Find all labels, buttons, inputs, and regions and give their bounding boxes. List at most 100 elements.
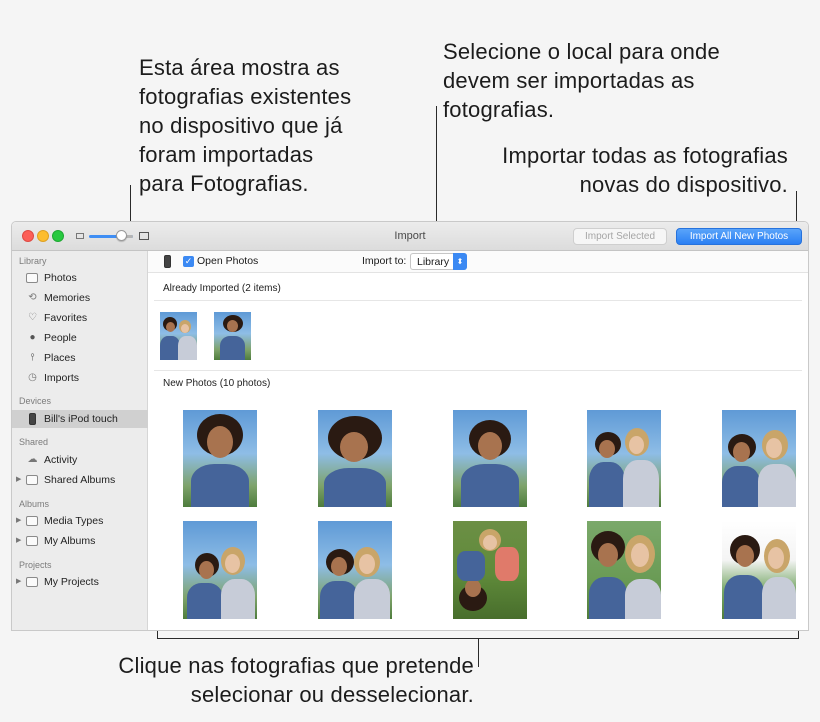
sidebar-item-places[interactable]: ⫯ Places <box>12 349 148 367</box>
photo-detail <box>465 579 481 597</box>
sidebar-item-imports[interactable]: ◷ Imports <box>12 369 148 387</box>
sidebar-section-projects: Projects <box>19 560 52 570</box>
callout-line: Esta área mostra as <box>139 55 340 80</box>
photo-detail <box>354 579 390 619</box>
photo-detail <box>724 575 764 619</box>
photo-detail <box>762 577 796 619</box>
callout-line: fotografias existentes <box>139 84 352 109</box>
callout-line: Clique nas fotografias que pretende <box>118 653 474 678</box>
open-photos-label[interactable]: Open Photos <box>197 255 258 267</box>
new-photo-thumbnail[interactable] <box>453 410 527 507</box>
callout-line: Selecione o local para onde <box>443 39 720 64</box>
sidebar-item-media-types[interactable]: ▶ Media Types <box>12 512 148 530</box>
photo-detail <box>625 579 661 619</box>
imported-photo-thumbnail[interactable] <box>214 312 251 360</box>
open-photos-checkbox[interactable]: ✓ <box>183 256 194 267</box>
sidebar-item-shared-albums[interactable]: ▶ Shared Albums <box>12 471 148 489</box>
disclosure-triangle-icon[interactable]: ▶ <box>16 471 21 489</box>
photo-detail <box>340 432 368 462</box>
sidebar-item-label: My Albums <box>44 535 96 547</box>
photo-detail <box>478 432 502 460</box>
sidebar-item-people[interactable]: ● People <box>12 329 148 347</box>
callout-line: devem ser importadas as <box>443 68 695 93</box>
sidebar-section-albums: Albums <box>19 499 50 509</box>
photo-detail <box>589 577 627 619</box>
photo-detail <box>483 535 497 550</box>
photo-detail <box>187 583 223 619</box>
cloud-icon: ☁ <box>27 454 38 465</box>
photo-detail <box>221 579 255 619</box>
photos-icon <box>26 273 38 283</box>
new-photos-header: New Photos (10 photos) <box>163 378 271 389</box>
import-selected-button[interactable]: Import Selected <box>573 228 667 245</box>
sidebar-item-label: Favorites <box>44 312 88 324</box>
callout-imported-area: Esta área mostra as fotografias existent… <box>139 53 351 198</box>
sidebar-item-label: Places <box>44 352 76 364</box>
import-destination-value: Library <box>417 256 450 268</box>
ipod-icon <box>29 413 36 425</box>
photo-detail <box>178 336 197 360</box>
new-photo-thumbnail[interactable] <box>587 521 661 619</box>
photo-detail <box>457 551 485 581</box>
sidebar-item-label: Activity <box>44 454 78 466</box>
photo-detail <box>623 460 659 507</box>
new-photo-thumbnail[interactable] <box>183 521 257 619</box>
sidebar-item-label: Memories <box>44 292 91 304</box>
import-all-new-photos-button[interactable]: Import All New Photos <box>676 228 802 245</box>
photo-detail <box>629 436 644 454</box>
import-pane: ✓ Open Photos Import to: Library ⬍ Alrea… <box>148 251 808 630</box>
import-destination-select[interactable]: Library ⬍ <box>410 253 467 270</box>
callout-click-photos: Clique nas fotografias que pretende sele… <box>68 651 474 709</box>
import-to-label: Import to: <box>362 255 407 267</box>
sidebar-item-favorites[interactable]: ♡ Favorites <box>12 309 148 327</box>
photo-detail <box>166 322 175 332</box>
disclosure-triangle-icon[interactable]: ▶ <box>16 512 21 530</box>
new-photo-thumbnail[interactable] <box>722 521 796 619</box>
device-icon <box>164 255 171 268</box>
photo-detail <box>227 320 238 332</box>
callout-line: novas do dispositivo. <box>579 172 788 197</box>
callout-line: foram importadas <box>139 142 314 167</box>
new-photo-thumbnail[interactable] <box>318 521 392 619</box>
sidebar-item-activity[interactable]: ☁ Activity <box>12 451 148 469</box>
new-photo-thumbnail[interactable] <box>453 521 527 619</box>
heart-icon: ♡ <box>28 312 37 323</box>
folder-icon <box>26 577 38 587</box>
photo-detail <box>181 324 189 333</box>
pin-icon: ⫯ <box>30 352 35 363</box>
photo-detail <box>320 581 358 619</box>
disclosure-triangle-icon[interactable]: ▶ <box>16 532 21 550</box>
sidebar-item-my-albums[interactable]: ▶ My Albums <box>12 532 148 550</box>
new-photo-thumbnail[interactable] <box>722 410 796 507</box>
import-toolbar: ✓ Open Photos Import to: Library ⬍ <box>148 251 808 273</box>
new-photo-thumbnail[interactable] <box>587 410 661 507</box>
folder-icon <box>26 536 38 546</box>
sidebar-item-label: People <box>44 332 77 344</box>
imported-photo-thumbnail[interactable] <box>160 312 197 360</box>
new-photo-thumbnail[interactable] <box>183 410 257 507</box>
photo-detail <box>589 462 625 507</box>
sidebar-item-my-projects[interactable]: ▶ My Projects <box>12 573 148 591</box>
photo-detail <box>758 464 796 507</box>
photo-detail <box>324 468 386 507</box>
photo-detail <box>722 466 760 507</box>
photo-detail <box>736 545 754 567</box>
sidebar-item-device[interactable]: Bill's iPod touch <box>12 410 148 428</box>
photo-detail <box>207 426 233 458</box>
divider <box>154 370 802 371</box>
sidebar-item-photos[interactable]: Photos <box>12 269 148 287</box>
disclosure-triangle-icon[interactable]: ▶ <box>16 573 21 591</box>
sidebar-section-devices: Devices <box>19 396 52 406</box>
photo-detail <box>768 547 784 569</box>
photo-detail <box>598 543 618 567</box>
photo-detail <box>461 464 519 507</box>
sidebar-item-memories[interactable]: ⟲ Memories <box>12 289 148 307</box>
callout-line: para Fotografias. <box>139 171 309 196</box>
new-photo-thumbnail[interactable] <box>318 410 392 507</box>
folder-icon <box>26 475 38 485</box>
photo-detail <box>220 336 245 360</box>
photo-detail <box>331 557 347 576</box>
person-icon: ● <box>29 332 36 343</box>
title-bar: Import Import Selected Import All New Ph… <box>12 222 808 251</box>
sidebar-section-library: Library <box>19 256 47 266</box>
